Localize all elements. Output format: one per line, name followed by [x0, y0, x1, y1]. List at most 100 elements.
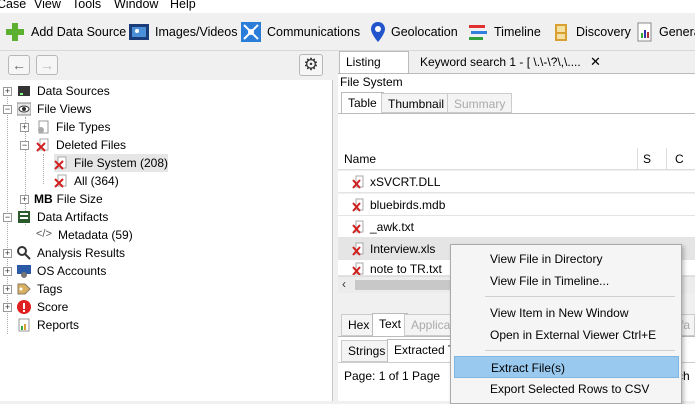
listing-header: File System: [338, 73, 695, 91]
tree-item-metadata[interactable]: </> Metadata (59): [36, 226, 133, 244]
tab-listing[interactable]: Listing: [339, 51, 409, 73]
tree-item-file-types[interactable]: File Types: [36, 118, 110, 136]
tree-item-reports[interactable]: Reports: [17, 316, 79, 334]
communications-label: Communications: [267, 25, 361, 39]
tab-summary[interactable]: Summary: [447, 93, 513, 113]
tab-table[interactable]: Table: [341, 92, 384, 113]
tab-text[interactable]: Text: [372, 313, 409, 336]
communications-button[interactable]: Communications: [240, 19, 360, 45]
tree-label: File Types: [56, 120, 111, 134]
menu-separator: [485, 296, 675, 297]
menu-item-extract-files[interactable]: Extract File(s): [454, 356, 679, 378]
add-data-source-button[interactable]: Add Data Source: [4, 19, 126, 45]
expand-toggle[interactable]: +: [3, 87, 12, 96]
context-menu: View File in Directory View File in Time…: [450, 244, 682, 404]
chevron-left-icon[interactable]: ‹: [342, 277, 346, 291]
expand-toggle[interactable]: +: [3, 267, 12, 276]
deleted-file-icon: [54, 156, 68, 170]
collapse-toggle[interactable]: −: [3, 105, 12, 114]
table-row[interactable]: _awk.txt: [338, 216, 695, 238]
gear-icon: ⚙: [303, 55, 319, 74]
menu-window[interactable]: Window: [114, 0, 158, 11]
column-s-header[interactable]: S: [643, 152, 651, 166]
scrollbar-thumb[interactable]: [355, 280, 455, 290]
tree-label: OS Accounts: [37, 264, 107, 278]
tree-label: All (364): [74, 174, 119, 188]
expand-toggle[interactable]: +: [20, 123, 29, 132]
column-c-header[interactable]: C: [675, 152, 684, 166]
column-divider: [666, 148, 667, 170]
tree-item-score[interactable]: Score: [17, 298, 68, 316]
tree-navigation-bar: ← → ⚙: [0, 52, 333, 80]
tab-extracted-text[interactable]: Extracted T: [387, 339, 453, 362]
file-name: note to TR.txt: [370, 262, 442, 276]
tab-keyword-search[interactable]: Keyword search 1 - [ \.\-\?\,\.... ✕: [414, 52, 606, 73]
discovery-icon: [553, 21, 571, 43]
geolocation-button[interactable]: Geolocation: [370, 19, 458, 45]
tree-item-tags[interactable]: Tags: [17, 280, 62, 298]
tree-item-all[interactable]: All (364): [54, 172, 119, 190]
communications-icon: [240, 21, 262, 43]
tree-item-file-size[interactable]: MB File Size: [34, 190, 103, 208]
tree-item-data-sources[interactable]: Data Sources: [17, 82, 110, 100]
collapse-toggle[interactable]: −: [3, 213, 12, 222]
generate-report-button[interactable]: Genera: [636, 19, 695, 45]
deleted-file-icon: [36, 138, 50, 152]
tab-thumbnail[interactable]: Thumbnail: [381, 93, 452, 113]
tree-label: File Size: [56, 192, 103, 206]
menu-tools[interactable]: Tools: [72, 0, 101, 11]
settings-button[interactable]: ⚙: [299, 54, 323, 76]
artifacts-icon: [17, 210, 31, 224]
deleted-file-icon: [352, 262, 364, 275]
tree-panel: ← → ⚙ + Data Sources − File Views + File…: [0, 52, 333, 401]
images-icon: [128, 21, 150, 43]
tree-item-file-views[interactable]: File Views: [16, 100, 91, 118]
timeline-label: Timeline: [494, 25, 541, 39]
menu-view[interactable]: View: [34, 0, 61, 11]
add-data-source-label: Add Data Source: [31, 25, 127, 39]
timeline-button[interactable]: Timeline: [467, 19, 541, 45]
expand-toggle[interactable]: +: [20, 195, 29, 204]
code-icon: </>: [36, 228, 52, 240]
deleted-file-icon: [352, 242, 364, 256]
column-name-header[interactable]: Name: [344, 152, 376, 166]
disk-icon: [17, 84, 31, 98]
menu-help[interactable]: Help: [170, 0, 196, 11]
menu-item-view-file-in-directory[interactable]: View File in Directory: [454, 248, 679, 270]
tree-label: Metadata (59): [58, 228, 133, 242]
tree-item-analysis-results[interactable]: Analysis Results: [17, 244, 125, 262]
page-indicator: Page: 1 of 1 Page: [344, 369, 441, 383]
close-icon[interactable]: ✕: [590, 54, 601, 70]
table-row[interactable]: bluebirds.mdb: [338, 194, 695, 216]
table-header: Name S C: [338, 148, 695, 170]
tree-label: Score: [37, 300, 69, 314]
tree-label: Reports: [37, 318, 80, 332]
expand-toggle[interactable]: +: [3, 303, 12, 312]
tree-item-os-accounts[interactable]: OS Accounts: [17, 262, 106, 280]
collapse-toggle[interactable]: −: [20, 141, 29, 150]
images-videos-button[interactable]: Images/Videos: [128, 19, 237, 45]
tree-item-file-system[interactable]: File System (208): [54, 154, 168, 172]
discovery-button[interactable]: Discovery: [553, 19, 631, 45]
menu-case[interactable]: Case: [0, 0, 26, 11]
menu-item-view-file-in-timeline[interactable]: View File in Timeline...: [454, 270, 679, 292]
tree-guide-line: [43, 154, 44, 184]
table-row[interactable]: xSVCRT.DLL: [338, 171, 695, 193]
tree-item-data-artifacts[interactable]: Data Artifacts: [17, 208, 108, 226]
expand-toggle[interactable]: +: [3, 285, 12, 294]
tree-item-deleted-files[interactable]: Deleted Files: [36, 136, 126, 154]
expand-toggle[interactable]: +: [3, 249, 12, 258]
menu-bar: Case View Tools Window Help: [0, 0, 695, 13]
menu-item-export-csv[interactable]: Export Selected Rows to CSV: [454, 378, 679, 400]
tree-label: Analysis Results: [37, 246, 126, 260]
menu-item-open-external-viewer[interactable]: Open in External Viewer Ctrl+E: [454, 324, 679, 346]
forward-button[interactable]: →: [36, 55, 58, 75]
deleted-file-icon: [352, 220, 364, 234]
arrow-right-icon: →: [40, 57, 54, 73]
file-types-icon: [36, 120, 50, 134]
discovery-label: Discovery: [576, 25, 631, 39]
back-button[interactable]: ←: [8, 55, 30, 75]
menu-item-view-in-new-window[interactable]: View Item in New Window: [454, 302, 679, 324]
tab-strings[interactable]: Strings: [341, 340, 393, 362]
geolocation-icon: [370, 21, 386, 43]
